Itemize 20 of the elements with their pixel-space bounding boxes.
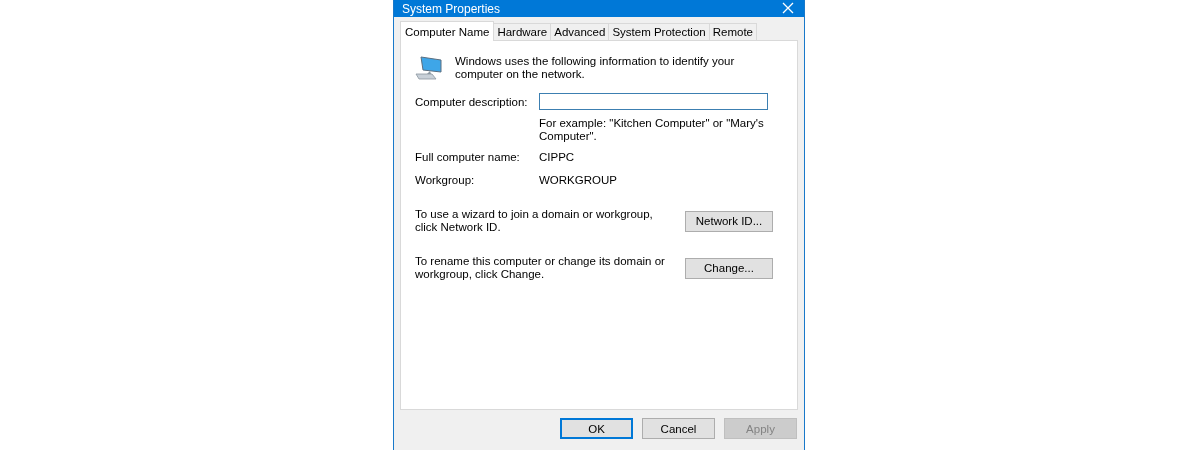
- field-value: WORKGROUP: [539, 174, 617, 186]
- action-button[interactable]: Network ID...: [685, 210, 773, 232]
- hint-text: For example: "Kitchen Computer" or "Mary's Computer".: [539, 117, 765, 143]
- intro-text: Windows uses the following information to identify your computer on the network.: [455, 55, 736, 81]
- tab[interactable]: Remote: [708, 23, 757, 40]
- field-value: CIPPC: [539, 151, 575, 163]
- field-label: Full computer name:: [415, 151, 521, 163]
- field-label: Computer description:: [415, 95, 529, 108]
- instruction-text: To use a wizard to join a domain or workgroup, click Network ID.: [415, 208, 654, 234]
- computer-icon: [415, 55, 443, 81]
- action-button[interactable]: Change...: [685, 257, 773, 279]
- tab[interactable]: Computer Name: [400, 21, 495, 41]
- window-title: System Properties: [402, 3, 501, 16]
- close-icon[interactable]: [782, 2, 794, 14]
- description-field[interactable]: [539, 93, 768, 110]
- instruction-text: To rename this computer or change its domain or workgroup, click Change.: [415, 255, 666, 281]
- field-label: Workgroup:: [415, 174, 476, 186]
- tab[interactable]: System Protection: [608, 23, 710, 40]
- dialog-button[interactable]: OK: [560, 418, 633, 439]
- dialog-button[interactable]: Cancel: [642, 418, 715, 439]
